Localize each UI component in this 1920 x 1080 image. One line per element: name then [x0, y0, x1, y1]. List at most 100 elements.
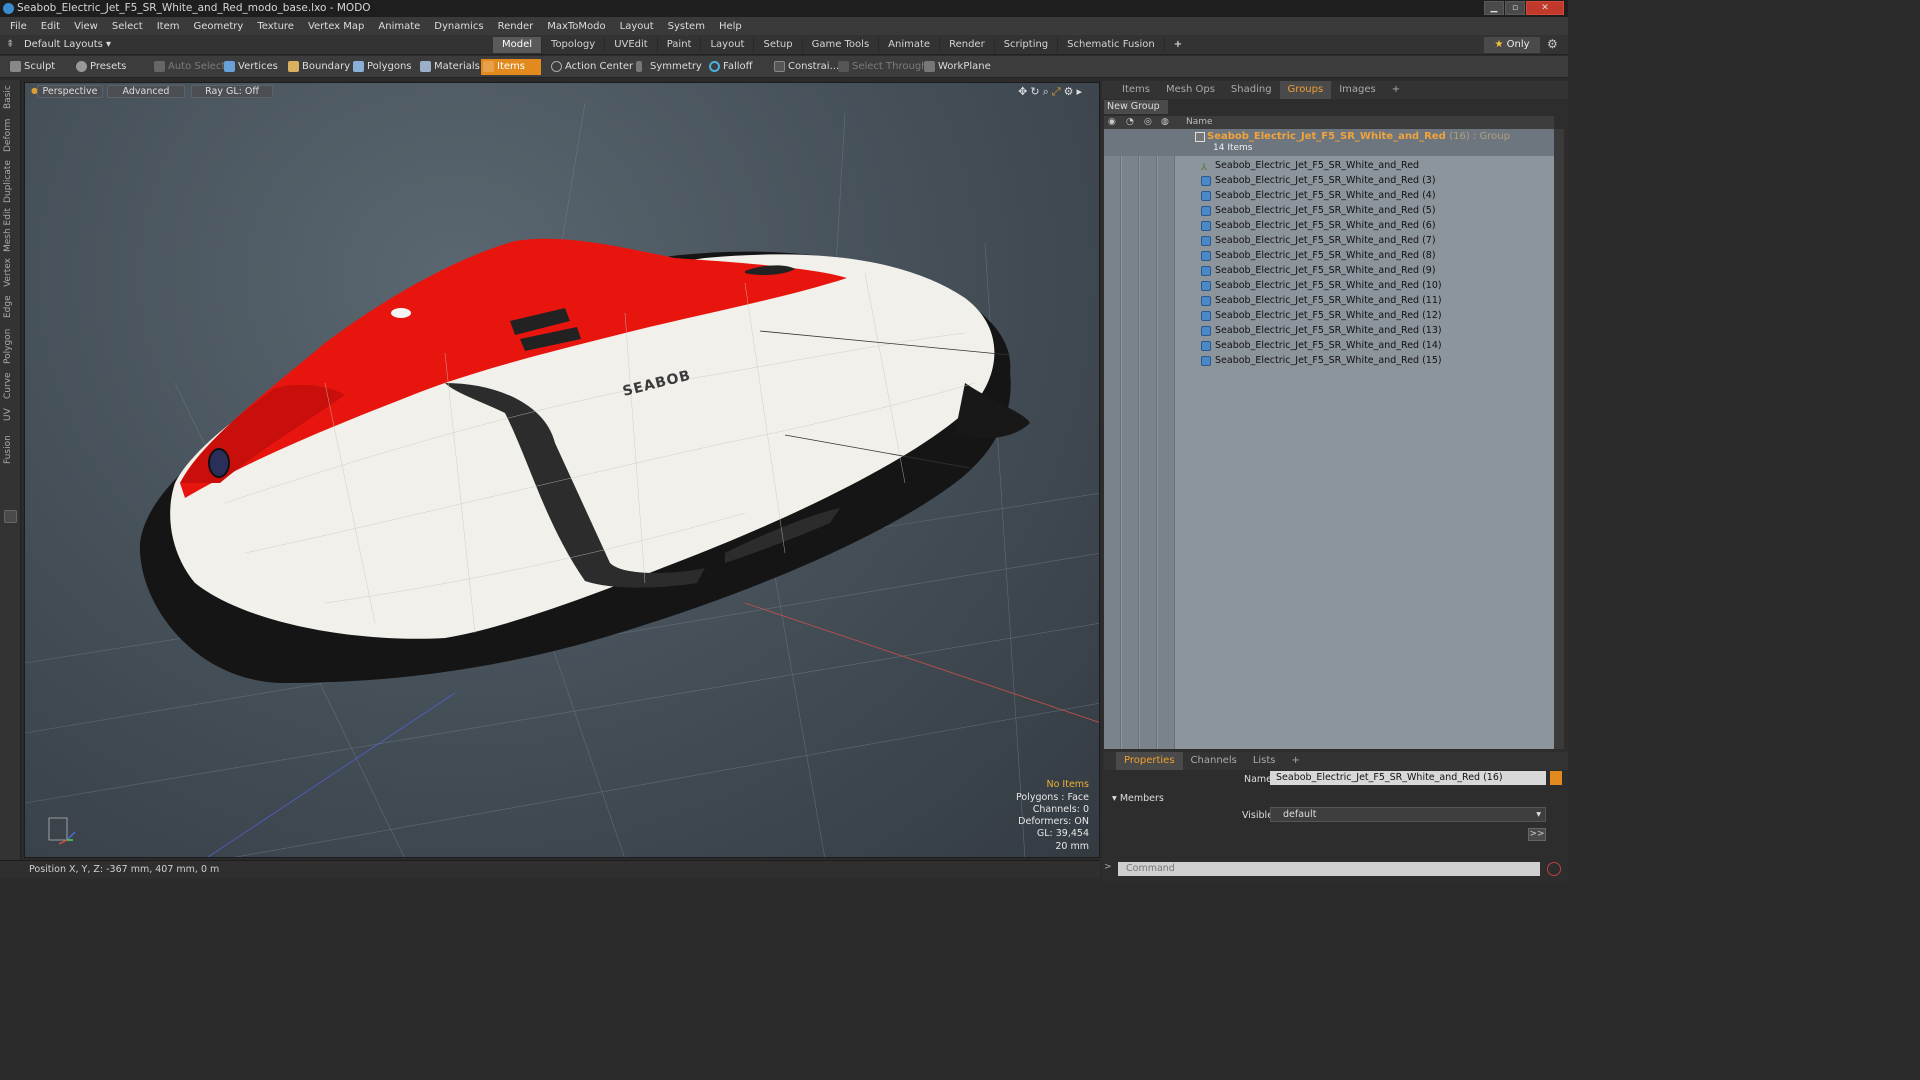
tab-properties[interactable]: Properties	[1116, 752, 1183, 770]
tab-lists[interactable]: Lists	[1245, 752, 1284, 770]
tab-mesh-ops[interactable]: Mesh Ops	[1158, 81, 1223, 99]
tab-images[interactable]: Images	[1331, 81, 1384, 99]
add-properties-tab[interactable]: +	[1284, 752, 1308, 770]
vtab-mesh-edit[interactable]: Mesh Edit	[3, 208, 18, 252]
items-button[interactable]: Items	[481, 59, 541, 75]
menu-maxtomodo[interactable]: MaxToModo	[540, 21, 612, 32]
members-section[interactable]: ▾ Members	[1112, 793, 1164, 804]
list-item[interactable]: Seabob_Electric_Jet_F5_SR_White_and_Red …	[1199, 354, 1442, 368]
tab-scripting[interactable]: Scripting	[995, 37, 1059, 53]
list-item[interactable]: Seabob_Electric_Jet_F5_SR_White_and_Red …	[1199, 249, 1436, 263]
list-item[interactable]: Seabob_Electric_Jet_F5_SR_White_and_Red …	[1199, 264, 1436, 278]
render-icon[interactable]: ◎	[1144, 116, 1152, 129]
tab-model[interactable]: Model	[493, 37, 543, 53]
new-group-button[interactable]: New Group	[1104, 100, 1168, 114]
move-view-icon[interactable]: ✥	[1018, 85, 1030, 98]
list-item[interactable]: Seabob_Electric_Jet_F5_SR_White_and_Red …	[1199, 279, 1442, 293]
menu-vertex-map[interactable]: Vertex Map	[301, 21, 371, 32]
constraints-button[interactable]: Constrai...	[772, 59, 839, 75]
list-item[interactable]: Seabob_Electric_Jet_F5_SR_White_and_Red …	[1199, 219, 1436, 233]
menu-texture[interactable]: Texture	[250, 21, 301, 32]
list-item[interactable]: Seabob_Electric_Jet_F5_SR_White_and_Red …	[1199, 234, 1436, 248]
tab-topology[interactable]: Topology	[542, 37, 606, 53]
auto-select-button[interactable]: Auto Select	[152, 59, 225, 75]
vtab-uv[interactable]: UV	[3, 406, 18, 424]
tab-setup[interactable]: Setup	[754, 37, 803, 53]
list-item[interactable]: Seabob_Electric_Jet_F5_SR_White_and_Red …	[1199, 189, 1436, 203]
list-item[interactable]: Seabob_Electric_Jet_F5_SR_White_and_Red …	[1199, 174, 1436, 188]
list-item[interactable]: Seabob_Electric_Jet_F5_SR_White_and_Red …	[1199, 294, 1442, 308]
vtab-deform[interactable]: Deform	[3, 118, 18, 152]
list-scrollbar[interactable]	[1554, 129, 1564, 749]
zoom-view-icon[interactable]: ⌕	[1043, 85, 1052, 98]
menu-dynamics[interactable]: Dynamics	[427, 21, 490, 32]
tab-render[interactable]: Render	[940, 37, 995, 53]
rotate-view-icon[interactable]: ↻	[1030, 85, 1042, 98]
command-record-icon[interactable]	[1547, 862, 1561, 876]
group-list[interactable]: Seabob_Electric_Jet_F5_SR_White_and_Red …	[1104, 129, 1554, 749]
materials-button[interactable]: Materials	[418, 59, 480, 75]
menu-item[interactable]: Item	[150, 21, 187, 32]
vtab-duplicate[interactable]: Duplicate	[3, 160, 18, 204]
fit-view-icon[interactable]: ⤢	[1052, 85, 1064, 98]
only-toggle[interactable]: ★ Only	[1484, 37, 1540, 53]
tab-shading[interactable]: Shading	[1223, 81, 1280, 99]
menu-edit[interactable]: Edit	[34, 21, 67, 32]
add-panel-tab[interactable]: +	[1384, 81, 1408, 99]
vtab-edge[interactable]: Edge	[3, 294, 18, 320]
vtab-vertex[interactable]: Vertex	[3, 258, 18, 288]
close-button[interactable]: ✕	[1526, 1, 1564, 15]
eye-icon[interactable]: ◉	[1108, 116, 1116, 129]
command-input[interactable]: Command	[1118, 862, 1540, 876]
tab-uvedit[interactable]: UVEdit	[605, 37, 658, 53]
menu-layout[interactable]: Layout	[613, 21, 661, 32]
lock-icon[interactable]: ◔	[1126, 116, 1134, 129]
menu-view[interactable]: View	[67, 21, 105, 32]
menu-render[interactable]: Render	[491, 21, 541, 32]
list-item[interactable]: Seabob_Electric_Jet_F5_SR_White_and_Red …	[1199, 324, 1442, 338]
sculpt-button[interactable]: Sculpt	[8, 59, 55, 75]
visible-dropdown[interactable]: default ▾	[1270, 807, 1546, 822]
advanced-button[interactable]: Advanced	[107, 85, 185, 98]
menu-animate[interactable]: Animate	[371, 21, 427, 32]
list-item[interactable]: Seabob_Electric_Jet_F5_SR_White_and_Red …	[1199, 309, 1442, 323]
vtab-polygon[interactable]: Polygon	[3, 326, 18, 366]
vtab-fusion[interactable]: Fusion	[3, 434, 18, 466]
add-tab-button[interactable]: +	[1165, 37, 1191, 53]
seabob-model[interactable]: SEABOB	[139, 238, 1030, 684]
tab-groups[interactable]: Groups	[1279, 81, 1332, 99]
tab-animate[interactable]: Animate	[879, 37, 941, 53]
perspective-button[interactable]: Perspective	[37, 85, 103, 98]
viewport-gear-icon[interactable]: ⚙	[1064, 85, 1077, 98]
vertices-button[interactable]: Vertices	[222, 59, 278, 75]
maximize-button[interactable]: ▫	[1505, 1, 1525, 15]
panel-toggle-button[interactable]	[4, 510, 17, 523]
menu-geometry[interactable]: Geometry	[186, 21, 250, 32]
vtab-curve[interactable]: Curve	[3, 372, 18, 400]
layout-selector[interactable]: ⇞ Default Layouts ▾	[6, 38, 111, 52]
workplane-button[interactable]: WorkPlane	[922, 59, 991, 75]
name-color-swatch[interactable]	[1550, 771, 1562, 785]
gear-icon[interactable]: ⚙	[1547, 37, 1558, 51]
tab-items[interactable]: Items	[1114, 81, 1158, 99]
group-row[interactable]: Seabob_Electric_Jet_F5_SR_White_and_Red …	[1104, 129, 1554, 156]
menu-system[interactable]: System	[661, 21, 712, 32]
raygl-button[interactable]: Ray GL: Off	[191, 85, 273, 98]
action-center-button[interactable]: Action Center	[549, 59, 633, 75]
presets-button[interactable]: Presets	[74, 59, 126, 75]
expand-more-button[interactable]: >>	[1528, 828, 1546, 841]
boundary-button[interactable]: Boundary	[286, 59, 350, 75]
viewport-nav-icons[interactable]: ✥↻⌕⤢⚙▸	[1018, 85, 1085, 99]
select-through-button[interactable]: Select Through	[836, 59, 928, 75]
polygons-button[interactable]: Polygons	[351, 59, 412, 75]
list-item[interactable]: Seabob_Electric_Jet_F5_SR_White_and_Red …	[1199, 204, 1436, 218]
tab-paint[interactable]: Paint	[658, 37, 702, 53]
name-field[interactable]: Seabob_Electric_Jet_F5_SR_White_and_Red …	[1270, 771, 1546, 785]
vtab-basic[interactable]: Basic	[3, 84, 18, 110]
tab-channels[interactable]: Channels	[1183, 752, 1245, 770]
3d-viewport[interactable]: SEABOB ● Perspective Advanced Ray GL: Of…	[24, 82, 1100, 858]
menu-file[interactable]: File	[3, 21, 34, 32]
select-icon[interactable]: ◍	[1161, 116, 1169, 129]
tab-game-tools[interactable]: Game Tools	[803, 37, 880, 53]
tab-schematic-fusion[interactable]: Schematic Fusion	[1058, 37, 1165, 53]
